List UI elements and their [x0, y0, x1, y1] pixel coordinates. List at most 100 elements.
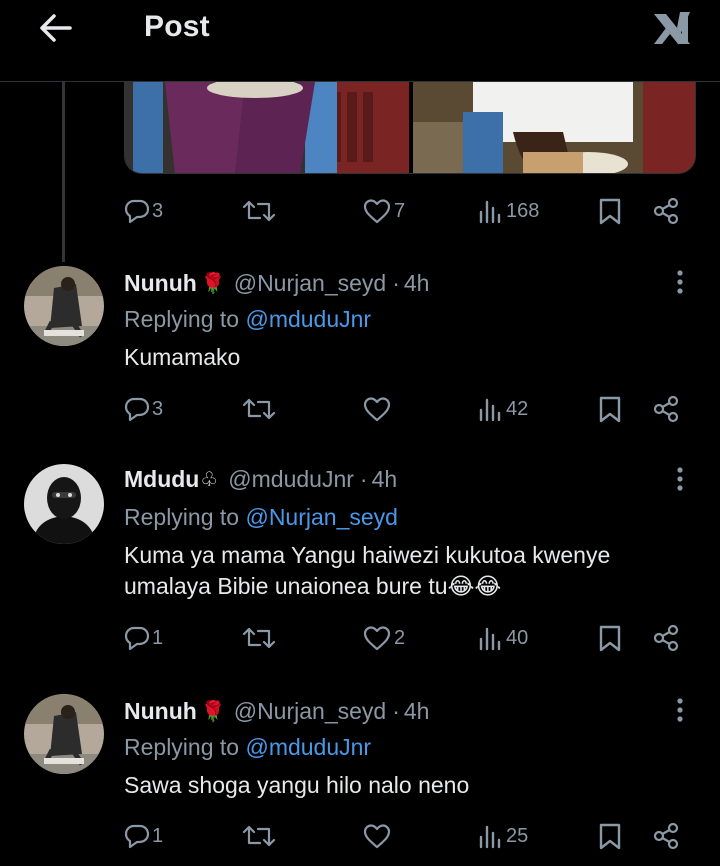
name-emoji: 🌹 — [200, 700, 226, 723]
like-count: 2 — [394, 626, 406, 649]
laughing-emoji: 😂😂 — [447, 573, 502, 599]
handle[interactable]: @Nurjan_seyd — [234, 698, 386, 725]
reply-button[interactable]: 3 — [124, 193, 163, 229]
share-icon — [653, 395, 679, 423]
handle[interactable]: @Nurjan_seyd — [234, 270, 386, 297]
replying-to: Replying to @mduduJnr — [124, 734, 372, 760]
share-icon — [653, 624, 679, 652]
reply-count: 3 — [152, 199, 164, 222]
more-icon — [677, 270, 683, 294]
timestamp[interactable]: 4h — [404, 270, 430, 297]
reply-count: 3 — [152, 397, 164, 420]
share-icon — [653, 822, 679, 850]
views-count: 168 — [506, 199, 540, 222]
mention-link[interactable]: @mduduJnr — [245, 734, 371, 760]
views-button[interactable]: 168 — [478, 193, 539, 229]
post-action-bar: 3 7 168 — [122, 193, 692, 229]
bookmark-icon — [599, 625, 621, 652]
views-button[interactable]: 40 — [478, 620, 528, 656]
reply-header: Mdudu ♧ @mduduJnr · 4h — [124, 464, 397, 494]
share-button[interactable] — [652, 620, 680, 656]
like-count: 7 — [394, 199, 406, 222]
name-emoji: 🌹 — [200, 272, 226, 295]
separator-dot: · — [359, 465, 368, 492]
like-icon — [363, 626, 391, 651]
reply-text: Kumamako — [124, 344, 241, 370]
repost-icon — [242, 825, 276, 847]
repost-icon — [242, 200, 276, 222]
reply-button[interactable]: 1 — [124, 818, 163, 854]
views-count: 25 — [506, 824, 529, 847]
replying-to: Replying to @mduduJnr — [124, 306, 372, 332]
views-button[interactable]: 42 — [478, 391, 528, 427]
views-count: 40 — [506, 626, 529, 649]
media-image[interactable] — [413, 82, 695, 173]
reply-button[interactable]: 3 — [124, 391, 163, 427]
photo-image — [125, 82, 409, 173]
photo-image — [413, 82, 695, 173]
display-name[interactable]: Mdudu — [124, 466, 199, 493]
repost-button[interactable] — [242, 391, 278, 427]
reply-icon — [124, 199, 150, 224]
reply-icon — [124, 824, 150, 849]
reply-icon — [124, 626, 150, 651]
repost-button[interactable] — [242, 818, 278, 854]
reply-text: Sawa shoga yangu hilo nalo neno — [124, 772, 470, 798]
reply-action-bar: 3 42 — [122, 391, 692, 427]
reply-count: 1 — [152, 824, 164, 847]
mention-link[interactable]: @Nurjan_seyd — [245, 504, 397, 530]
like-button[interactable]: 7 — [362, 193, 405, 229]
share-icon — [653, 197, 679, 225]
timestamp[interactable]: 4h — [372, 466, 398, 493]
post-media[interactable] — [124, 82, 696, 174]
display-name[interactable]: Nunuh — [124, 270, 197, 297]
repost-icon — [242, 627, 276, 649]
separator-dot: · — [392, 697, 400, 724]
repost-button[interactable] — [242, 193, 278, 229]
share-button[interactable] — [652, 391, 680, 427]
avatar-image — [24, 464, 104, 544]
views-icon — [479, 627, 501, 651]
thread-line — [62, 82, 65, 262]
like-icon — [363, 199, 391, 224]
views-icon — [479, 398, 501, 422]
like-button[interactable] — [362, 818, 394, 854]
x-logo-icon — [654, 12, 690, 44]
reply-action-bar: 1 25 — [122, 818, 692, 854]
bookmark-icon — [599, 198, 621, 225]
reply-count: 1 — [152, 626, 164, 649]
mention-link[interactable]: @mduduJnr — [245, 306, 371, 332]
repost-icon — [242, 398, 276, 420]
display-name[interactable]: Nunuh — [124, 698, 197, 725]
bookmark-button[interactable] — [597, 391, 623, 427]
like-button[interactable] — [362, 391, 394, 427]
reply-text: Kuma ya mama Yangu haiwezi kukutoa kweny… — [124, 542, 611, 599]
share-button[interactable] — [652, 818, 680, 854]
more-options-button[interactable] — [664, 461, 696, 497]
handle[interactable]: @mduduJnr — [228, 466, 354, 493]
like-button[interactable]: 2 — [362, 620, 405, 656]
replying-to: Replying to @Nurjan_seyd — [124, 504, 398, 530]
avatar[interactable] — [24, 694, 104, 774]
page-title: Post — [144, 10, 210, 43]
bookmark-button[interactable] — [597, 818, 623, 854]
avatar[interactable] — [24, 266, 104, 346]
views-button[interactable]: 25 — [478, 818, 528, 854]
reply-button[interactable]: 1 — [124, 620, 163, 656]
bookmark-icon — [599, 823, 621, 850]
bookmark-button[interactable] — [597, 620, 623, 656]
more-options-button[interactable] — [664, 692, 696, 728]
views-count: 42 — [506, 397, 529, 420]
repost-button[interactable] — [242, 620, 278, 656]
timestamp[interactable]: 4h — [404, 698, 430, 725]
name-emoji: ♧ — [200, 468, 219, 491]
media-image[interactable] — [125, 82, 409, 173]
share-button[interactable] — [652, 193, 680, 229]
bookmark-button[interactable] — [597, 193, 623, 229]
back-button[interactable] — [32, 8, 80, 48]
avatar[interactable] — [24, 464, 104, 544]
separator-dot: · — [392, 269, 400, 296]
reply-header: Nunuh 🌹 @Nurjan_seyd · 4h — [124, 268, 429, 298]
more-options-button[interactable] — [664, 264, 696, 300]
views-icon — [479, 825, 501, 849]
